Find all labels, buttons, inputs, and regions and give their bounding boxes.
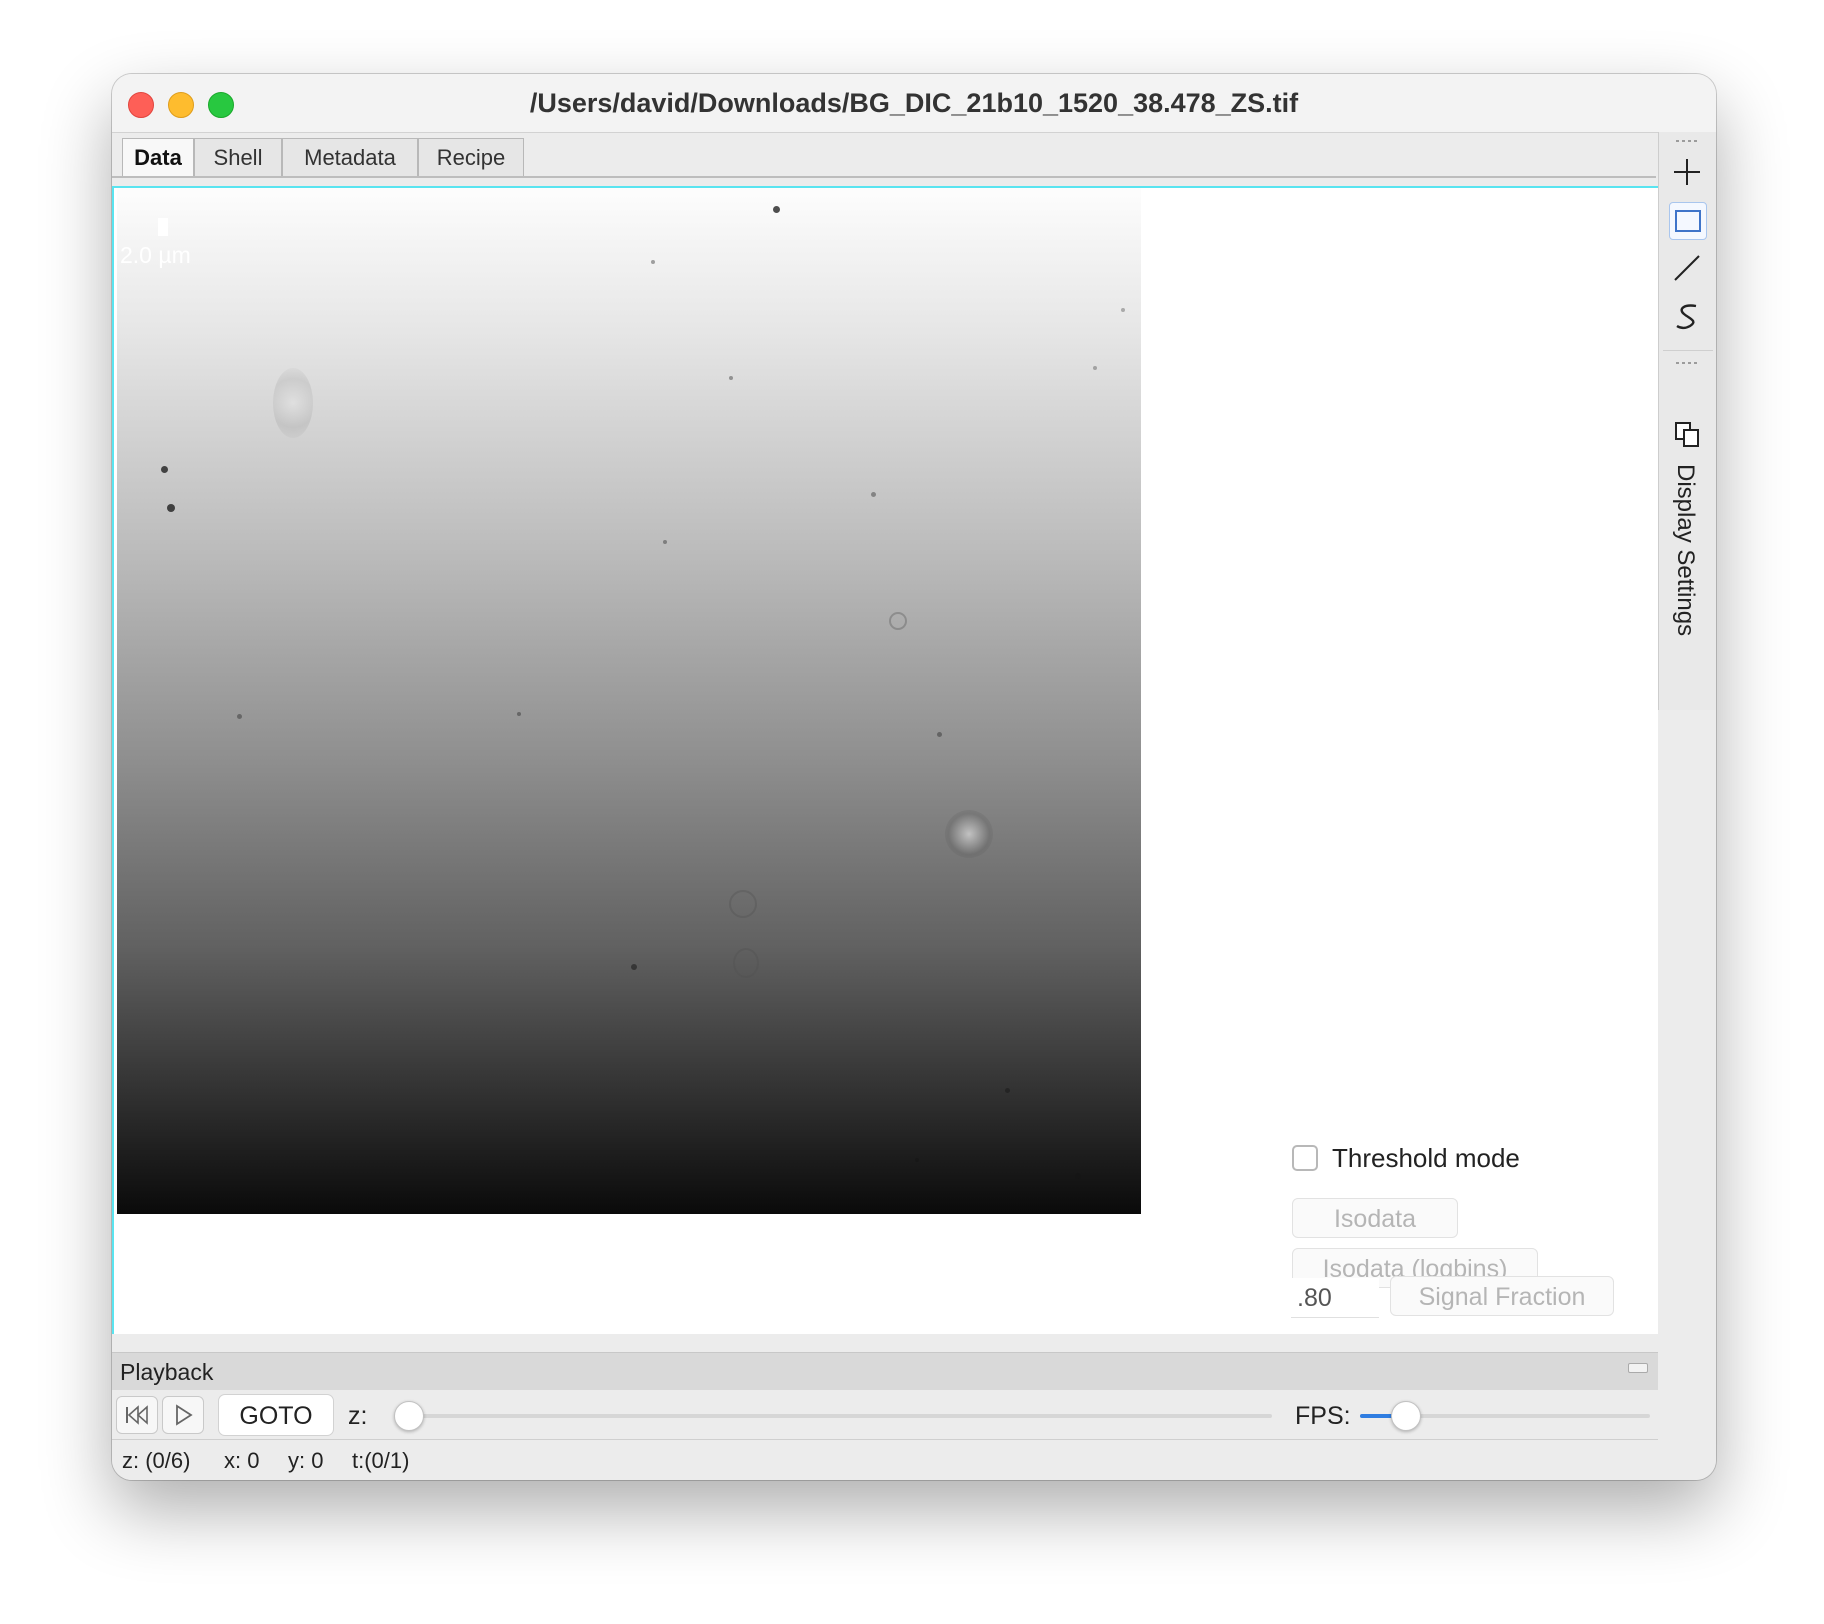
app-window: /Users/david/Downloads/BG_DIC_21b10_1520… (112, 74, 1716, 1480)
playback-panel-header: Playback (112, 1352, 1658, 1390)
rectangle-select-icon (1675, 210, 1701, 232)
particle (871, 492, 876, 497)
z-slider-track[interactable] (394, 1414, 1272, 1418)
crosshair-tool[interactable] (1669, 154, 1707, 192)
z-slider-thumb[interactable] (394, 1401, 424, 1431)
particle (631, 964, 637, 970)
status-bar: z: (0/6) x: 0 y: 0 t:(0/1) (112, 1440, 1716, 1480)
title-bar: /Users/david/Downloads/BG_DIC_21b10_1520… (112, 74, 1716, 133)
data-view: 2.0 µm Threshold mode Isodata Isodata (l… (112, 186, 1658, 1334)
status-z: z: (0/6) (122, 1448, 191, 1473)
particle (729, 376, 733, 380)
particle (1121, 308, 1125, 312)
status-t: t:(0/1) (352, 1448, 410, 1473)
signal-fraction-input[interactable]: .80 (1291, 1278, 1379, 1318)
bright-spot (273, 368, 313, 438)
line-tool[interactable] (1669, 250, 1707, 288)
tab-divider (112, 176, 1656, 178)
signal-fraction-button[interactable]: Signal Fraction (1390, 1276, 1614, 1316)
scale-bar (158, 218, 168, 236)
threshold-mode-checkbox[interactable] (1292, 1145, 1318, 1171)
curve-tool[interactable] (1669, 298, 1707, 336)
goto-button[interactable]: GOTO (218, 1394, 334, 1436)
curve-icon (1676, 304, 1697, 330)
tab-recipe[interactable]: Recipe (418, 138, 524, 176)
z-slider-label: z: (348, 1402, 368, 1430)
particle-ring (733, 948, 759, 978)
playback-title: Playback (120, 1359, 214, 1385)
status-y: y: 0 (288, 1448, 324, 1473)
rewind-button[interactable] (116, 1396, 158, 1434)
particle (915, 1158, 919, 1162)
particle (773, 206, 780, 213)
scale-bar-label: 2.0 µm (120, 242, 191, 268)
particle (167, 504, 175, 512)
fps-slider-thumb[interactable] (1391, 1401, 1422, 1431)
tab-data[interactable]: Data (122, 138, 194, 176)
tab-metadata[interactable]: Metadata (282, 138, 418, 176)
rewind-icon (126, 1405, 148, 1425)
image-canvas[interactable]: 2.0 µm (117, 188, 1141, 1214)
particle (517, 712, 521, 716)
particle (161, 466, 168, 473)
crosshair-icon (1674, 159, 1700, 185)
tab-shell[interactable]: Shell (194, 138, 282, 176)
rectangle-select-tool[interactable] (1669, 202, 1707, 240)
particle (651, 260, 655, 264)
isodata-button[interactable]: Isodata (1292, 1198, 1458, 1238)
collapse-panel-button[interactable] (1628, 1363, 1648, 1373)
display-settings-tab[interactable]: Display Settings (1671, 464, 1699, 636)
bright-spot (945, 810, 993, 858)
particle (937, 732, 942, 737)
play-button[interactable] (162, 1396, 204, 1434)
line-icon (1674, 255, 1700, 281)
particle-ring (889, 612, 907, 630)
display-settings-icon (1675, 422, 1699, 447)
toolbar-grip[interactable] (1676, 140, 1700, 142)
status-x: x: 0 (224, 1448, 260, 1473)
toolbar-separator (1663, 350, 1713, 351)
particle (1075, 1173, 1081, 1179)
window-title: /Users/david/Downloads/BG_DIC_21b10_1520… (529, 88, 1299, 118)
particle-ring (729, 890, 757, 918)
threshold-mode-label: Threshold mode (1332, 1143, 1520, 1173)
toolbar-grip[interactable] (1676, 362, 1700, 364)
particle (1005, 1088, 1010, 1093)
playback-controls: GOTO z: FPS: (112, 1390, 1658, 1440)
play-icon (176, 1404, 193, 1426)
fps-slider-label: FPS: (1295, 1402, 1351, 1430)
particle (663, 540, 667, 544)
particle (237, 714, 242, 719)
side-toolbar: Display Settings (1658, 132, 1716, 710)
particle (1093, 366, 1097, 370)
